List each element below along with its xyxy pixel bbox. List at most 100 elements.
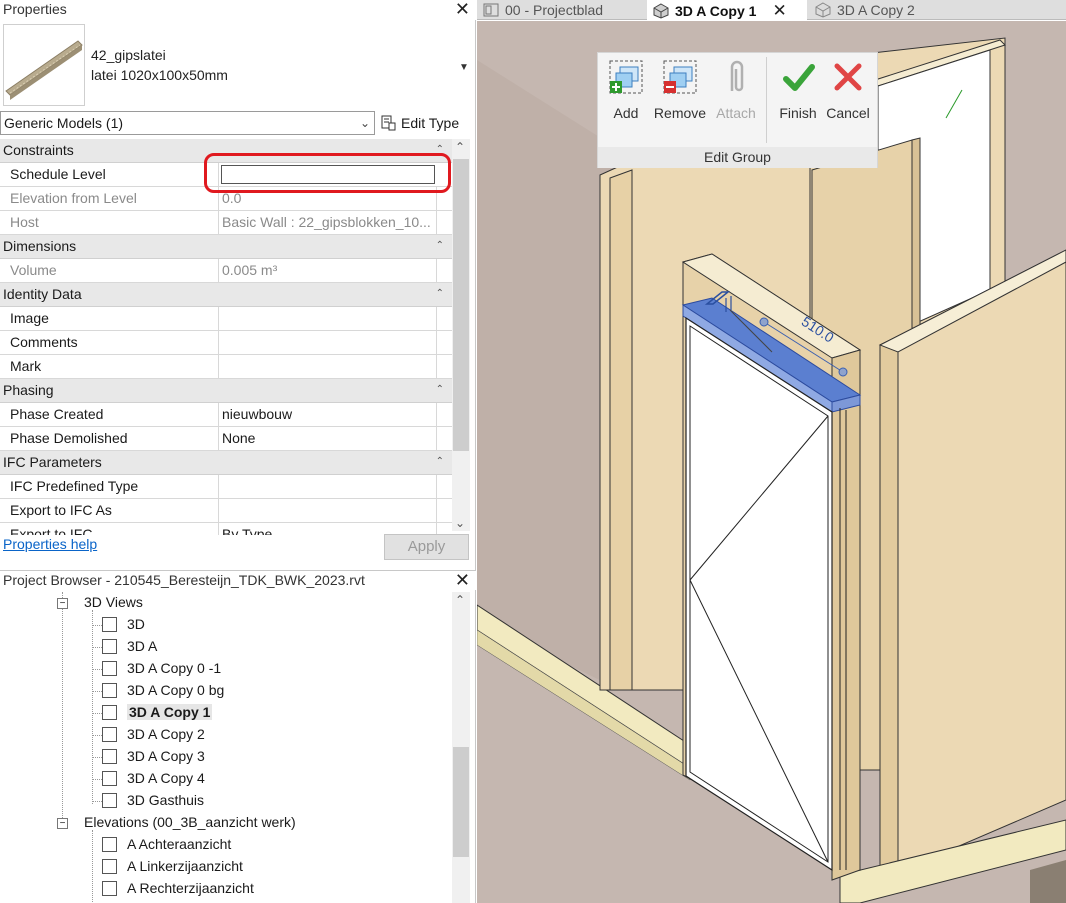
browse-cell[interactable] bbox=[436, 307, 452, 330]
type-dropdown-icon[interactable]: ▼ bbox=[459, 62, 469, 73]
view-icon bbox=[102, 771, 117, 786]
properties-close-icon[interactable]: ✕ bbox=[455, 0, 470, 18]
type-selector[interactable]: 42_gipslatei latei 1020x100x50mm ▼ bbox=[0, 20, 476, 110]
collapse-elevations-icon[interactable]: − bbox=[57, 818, 68, 829]
type-size-name: latei 1020x100x50mm bbox=[91, 67, 228, 83]
property-row[interactable]: Phase Created nieuwbouw bbox=[0, 403, 452, 427]
tree-line bbox=[92, 625, 102, 626]
project-browser-close-icon[interactable]: ✕ bbox=[455, 571, 470, 589]
tree-item-view[interactable]: 3D A Copy 4 bbox=[102, 768, 205, 790]
tree-line bbox=[92, 830, 93, 903]
property-row[interactable]: Export to IFC As bbox=[0, 499, 452, 523]
group-phasing[interactable]: Phasing ⌃ bbox=[0, 379, 452, 403]
tree-item-elevation[interactable]: A Linkerzijaanzicht bbox=[102, 856, 243, 878]
property-value[interactable] bbox=[218, 307, 436, 330]
scroll-thumb[interactable] bbox=[453, 159, 469, 451]
property-row[interactable]: Phase Demolished None bbox=[0, 427, 452, 451]
property-row[interactable]: IFC Predefined Type bbox=[0, 475, 452, 499]
collapse-icon[interactable]: ⌃ bbox=[436, 235, 444, 257]
property-value: 0.005 m³ bbox=[218, 259, 436, 282]
sheet-icon bbox=[483, 3, 499, 17]
project-browser-scrollbar[interactable]: ⌃ bbox=[452, 592, 470, 903]
tree-item-elevation[interactable]: A Rechterzijaanzicht bbox=[102, 878, 254, 900]
tab-3d-a-copy-1[interactable]: 3D A Copy 1 ✕ bbox=[647, 0, 807, 21]
tab-close-icon[interactable]: ✕ bbox=[772, 1, 786, 20]
property-row[interactable]: Mark bbox=[0, 355, 452, 379]
tree-item-view[interactable]: 3D A Copy 2 bbox=[102, 724, 205, 746]
tree-line bbox=[92, 691, 102, 692]
collapse-icon[interactable]: ⌃ bbox=[436, 451, 444, 473]
property-value[interactable] bbox=[218, 355, 436, 378]
property-value[interactable]: None bbox=[218, 427, 436, 450]
properties-help-link[interactable]: Properties help bbox=[3, 536, 97, 552]
tree-group-label: 3D Views bbox=[84, 594, 143, 610]
3d-view-icon bbox=[815, 2, 831, 18]
tree-line bbox=[92, 669, 102, 670]
property-cell bbox=[436, 355, 452, 378]
attach-label: Attach bbox=[716, 105, 756, 121]
apply-button[interactable]: Apply bbox=[384, 534, 469, 560]
remove-button[interactable]: Remove bbox=[652, 57, 708, 121]
checkmark-icon bbox=[783, 64, 815, 91]
tab-projectblad[interactable]: 00 - Projectblad bbox=[477, 0, 645, 20]
property-row[interactable]: Image bbox=[0, 307, 452, 331]
property-value[interactable]: nieuwbouw bbox=[218, 403, 436, 426]
attach-paperclip-icon bbox=[730, 60, 744, 92]
properties-scrollbar[interactable]: ⌃ ⌄ bbox=[452, 139, 470, 531]
tree-item-label: A Rechterzijaanzicht bbox=[127, 880, 254, 896]
property-cell bbox=[436, 331, 452, 354]
tree-item-view[interactable]: 3D bbox=[102, 614, 145, 636]
add-button[interactable]: Add bbox=[598, 57, 654, 121]
tree-item-view[interactable]: 3D A Copy 0 -1 bbox=[102, 658, 221, 680]
tree-item-elevation[interactable]: A Achteraanzicht bbox=[102, 834, 231, 856]
left-dock: Properties ✕ 42_gipslatei latei 1020x100… bbox=[0, 0, 476, 903]
group-dimensions[interactable]: Dimensions ⌃ bbox=[0, 235, 452, 259]
collapse-3d-views-icon[interactable]: − bbox=[57, 598, 68, 609]
tree-line bbox=[62, 608, 63, 822]
property-value[interactable] bbox=[218, 475, 436, 498]
finish-button[interactable]: Finish bbox=[770, 57, 826, 121]
group-identity-data[interactable]: Identity Data ⌃ bbox=[0, 283, 452, 307]
view-icon bbox=[102, 837, 117, 852]
edit-type-button[interactable]: Edit Type bbox=[381, 111, 459, 135]
tree-item-view[interactable]: 3D A Copy 1 bbox=[102, 702, 213, 724]
edit-group-title: Edit Group bbox=[598, 147, 877, 168]
view-icon bbox=[102, 661, 117, 676]
type-preview-image bbox=[3, 24, 85, 106]
group-label: Constraints bbox=[3, 142, 74, 158]
property-cell bbox=[436, 259, 452, 282]
view-icon bbox=[102, 859, 117, 874]
3d-viewport[interactable]: 510.0 Add Remove Attach Finish Cancel Ed… bbox=[477, 21, 1066, 903]
scroll-thumb[interactable] bbox=[453, 747, 469, 857]
property-value[interactable] bbox=[218, 331, 436, 354]
collapse-icon[interactable]: ⌃ bbox=[436, 379, 444, 401]
property-cell bbox=[436, 211, 452, 234]
scroll-up-icon[interactable]: ⌃ bbox=[455, 140, 465, 154]
tree-line bbox=[92, 801, 102, 802]
properties-grid: Constraints ⌃ Schedule Level Elevation f… bbox=[0, 139, 452, 535]
tree-group-3d-views[interactable]: 3D Views bbox=[84, 592, 143, 614]
collapse-icon[interactable]: ⌃ bbox=[436, 283, 444, 305]
cancel-x-icon bbox=[834, 63, 862, 91]
attach-button[interactable]: Attach bbox=[708, 57, 764, 121]
category-filter-value: Generic Models (1) bbox=[4, 115, 124, 131]
tab-label: 3D A Copy 1 bbox=[675, 2, 757, 19]
tab-3d-a-copy-2[interactable]: 3D A Copy 2 bbox=[809, 0, 969, 20]
property-name: Image bbox=[10, 310, 49, 326]
tree-item-label: 3D A Copy 3 bbox=[127, 748, 205, 764]
scroll-up-icon[interactable]: ⌃ bbox=[455, 593, 465, 607]
property-row[interactable]: Comments bbox=[0, 331, 452, 355]
scroll-down-icon[interactable]: ⌄ bbox=[455, 516, 465, 530]
tree-line bbox=[92, 735, 102, 736]
view-icon bbox=[102, 639, 117, 654]
tree-item-view[interactable]: 3D A bbox=[102, 636, 157, 658]
tree-group-elevations[interactable]: Elevations (00_3B_aanzicht werk) bbox=[84, 812, 296, 834]
property-value[interactable] bbox=[218, 499, 436, 522]
tree-item-view[interactable]: 3D A Copy 3 bbox=[102, 746, 205, 768]
tree-item-view[interactable]: 3D Gasthuis bbox=[102, 790, 204, 812]
cancel-button[interactable]: Cancel bbox=[820, 57, 876, 121]
group-ifc-parameters[interactable]: IFC Parameters ⌃ bbox=[0, 451, 452, 475]
category-filter-select[interactable]: Generic Models (1) ⌄ bbox=[0, 111, 375, 135]
tree-item-view[interactable]: 3D A Copy 0 bg bbox=[102, 680, 224, 702]
group-label: IFC Parameters bbox=[3, 454, 102, 470]
